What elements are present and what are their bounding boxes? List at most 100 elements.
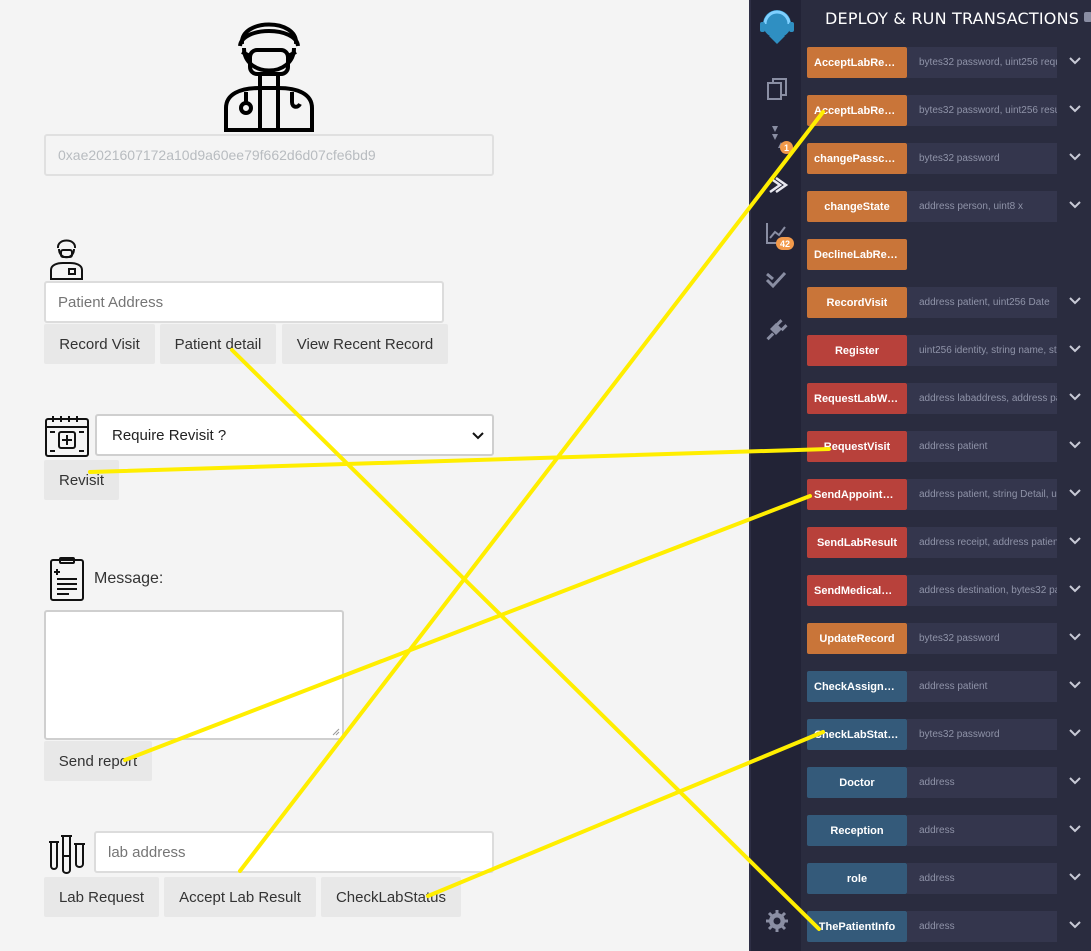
chevron-down-icon[interactable] (1069, 342, 1081, 354)
function-button[interactable]: SendAppointment (807, 479, 907, 510)
chevron-down-icon[interactable] (1069, 534, 1081, 546)
function-button[interactable]: changeState (807, 191, 907, 222)
analysis-badge: 42 (776, 237, 795, 250)
function-params-input[interactable]: address person, uint8 x (907, 191, 1057, 222)
function-button[interactable]: RecordVisit (807, 287, 907, 318)
patient-address-input[interactable] (44, 281, 444, 323)
clipboard-report-icon (50, 557, 84, 601)
double-check-icon[interactable] (764, 267, 790, 293)
compiler-badge: 1 (780, 141, 794, 154)
function-row: AcceptLabResult bytes32 password, uint256… (807, 95, 1081, 126)
remix-logo-icon[interactable] (757, 6, 797, 46)
patient-detail-button[interactable]: Patient detail (160, 324, 276, 364)
function-button[interactable]: Register (807, 335, 907, 366)
chevron-down-icon[interactable] (1069, 726, 1081, 738)
function-params-input[interactable]: address (907, 863, 1057, 894)
function-params-input[interactable]: address destination, bytes32 password (907, 575, 1057, 606)
chevron-down-icon[interactable] (1069, 486, 1081, 498)
function-button[interactable]: CheckLabStatus (807, 719, 907, 750)
function-button-label: CheckLabStatus (814, 728, 900, 741)
accept-lab-result-button[interactable]: Accept Lab Result (164, 877, 316, 917)
function-row: role address (807, 863, 1081, 894)
chevron-down-icon[interactable] (1069, 822, 1081, 834)
function-button[interactable]: ThePatientInfo (807, 911, 907, 942)
function-button[interactable]: CheckAssignedPatient (807, 671, 907, 702)
calendar-icon (45, 416, 89, 457)
view-recent-record-button[interactable]: View Recent Record (282, 324, 448, 364)
plugin-icon[interactable] (764, 315, 790, 341)
function-row: Reception address (807, 815, 1081, 846)
function-row: CheckLabStatus bytes32 password (807, 719, 1081, 750)
function-button[interactable]: UpdateRecord (807, 623, 907, 654)
function-row: UpdateRecord bytes32 password (807, 623, 1081, 654)
chevron-down-icon[interactable] (1069, 150, 1081, 162)
function-params-input[interactable]: address patient (907, 431, 1057, 462)
file-explorer-icon[interactable] (764, 75, 790, 101)
function-button-label: changeState (824, 200, 890, 213)
function-button[interactable]: AcceptLabRequest (807, 47, 907, 78)
function-params-input[interactable]: address labaddress, address patient (907, 383, 1057, 414)
function-button-label: CheckAssignedPatient (814, 680, 900, 693)
chevron-down-icon[interactable] (1069, 678, 1081, 690)
function-row: RequestLabWork address labaddress, addres… (807, 383, 1081, 414)
function-params-input[interactable]: address patient, string Detail, uint256 … (907, 479, 1057, 510)
function-params-input[interactable]: address (907, 911, 1057, 942)
function-button[interactable]: SendMedicalRecord (807, 575, 907, 606)
chevron-down-icon[interactable] (1069, 438, 1081, 450)
function-params-input[interactable]: address receipt, address patient (907, 527, 1057, 558)
account-address-field: 0xae2021607172a10d9a60ee79f662d6d07cfe6b… (44, 134, 494, 176)
function-row: SendLabResult address receipt, address pa… (807, 527, 1081, 558)
function-button[interactable]: SendLabResult (807, 527, 907, 558)
message-textarea[interactable] (44, 610, 344, 740)
chevron-down-icon[interactable] (1069, 918, 1081, 930)
function-button-label: SendMedicalRecord (814, 584, 900, 597)
function-button[interactable]: RequestLabWork (807, 383, 907, 414)
chevron-down-icon[interactable] (1069, 870, 1081, 882)
function-button[interactable]: DeclineLabRequest (807, 239, 907, 270)
function-params-input[interactable]: bytes32 password, uint256 requestId (907, 47, 1057, 78)
function-button[interactable]: Doctor (807, 767, 907, 798)
function-params-input[interactable]: address (907, 767, 1057, 798)
chevron-down-icon[interactable] (1069, 390, 1081, 402)
deploy-run-icon[interactable] (764, 172, 790, 198)
function-button-label: UpdateRecord (819, 632, 895, 645)
send-report-button[interactable]: Send report (44, 741, 152, 781)
chevron-down-icon[interactable] (1069, 102, 1081, 114)
function-button[interactable]: Reception (807, 815, 907, 846)
lab-tubes-icon (49, 835, 85, 874)
doctor-avatar-icon (224, 22, 314, 132)
function-params-input[interactable]: address patient, uint256 Date (907, 287, 1057, 318)
require-revisit-select[interactable]: Require Revisit ? (95, 414, 494, 456)
record-visit-button[interactable]: Record Visit (44, 324, 155, 364)
function-params-input[interactable]: bytes32 password (907, 623, 1057, 654)
chevron-down-icon[interactable] (1069, 198, 1081, 210)
function-params-input[interactable]: uint256 identity, string name, string ro… (907, 335, 1057, 366)
function-row: RequestVisit address patient (807, 431, 1081, 462)
chevron-down-icon[interactable] (1069, 582, 1081, 594)
chevron-down-icon[interactable] (1069, 294, 1081, 306)
function-button[interactable]: RequestVisit (807, 431, 907, 462)
function-button[interactable]: changePasscode (807, 143, 907, 174)
function-button[interactable]: AcceptLabResult (807, 95, 907, 126)
function-row: Register uint256 identity, string name, s… (807, 335, 1081, 366)
function-params-input[interactable]: bytes32 password (907, 719, 1057, 750)
panel-toggle-icon[interactable] (1084, 12, 1091, 22)
function-row: CheckAssignedPatient address patient (807, 671, 1081, 702)
lab-request-button[interactable]: Lab Request (44, 877, 159, 917)
function-button-label: Register (834, 344, 880, 357)
settings-gear-icon[interactable] (764, 908, 790, 934)
check-lab-status-button[interactable]: CheckLabStatus (321, 877, 461, 917)
function-params-input[interactable]: address (907, 815, 1057, 846)
function-params-input[interactable]: bytes32 password (907, 143, 1057, 174)
chevron-down-icon[interactable] (1069, 630, 1081, 642)
function-row: DeclineLabRequest (807, 239, 1057, 270)
function-params-input[interactable]: bytes32 password, uint256 resultId (907, 95, 1057, 126)
function-button[interactable]: role (807, 863, 907, 894)
function-params-input[interactable]: address patient (907, 671, 1057, 702)
function-button-label: AcceptLabRequest (814, 56, 900, 69)
revisit-button[interactable]: Revisit (44, 460, 119, 500)
resize-handle-icon[interactable] (332, 728, 340, 736)
chevron-down-icon[interactable] (1069, 774, 1081, 786)
lab-address-input[interactable] (94, 831, 494, 873)
chevron-down-icon[interactable] (1069, 54, 1081, 66)
